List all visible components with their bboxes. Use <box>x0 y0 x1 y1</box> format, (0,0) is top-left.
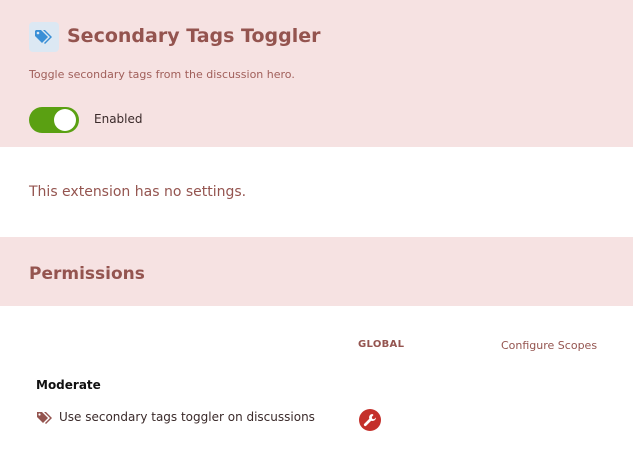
no-settings-message: This extension has no settings. <box>29 184 247 200</box>
wrench-icon[interactable] <box>359 409 381 431</box>
configure-scopes-link[interactable]: Configure Scopes <box>501 339 597 352</box>
permission-label: Use secondary tags toggler on discussion… <box>59 410 315 424</box>
extension-description: Toggle secondary tags from the discussio… <box>29 68 295 81</box>
permission-row: Use secondary tags toggler on discussion… <box>36 408 596 431</box>
enable-toggle[interactable] <box>29 107 79 133</box>
column-global: GLOBAL <box>358 339 405 350</box>
toggle-knob <box>54 109 76 131</box>
toggle-label: Enabled <box>94 112 143 126</box>
permissions-title: Permissions <box>29 264 145 284</box>
permission-group-title: Moderate <box>36 378 101 392</box>
tags-icon <box>36 410 54 424</box>
tags-icon <box>29 22 59 52</box>
extension-title: Secondary Tags Toggler <box>67 25 321 47</box>
